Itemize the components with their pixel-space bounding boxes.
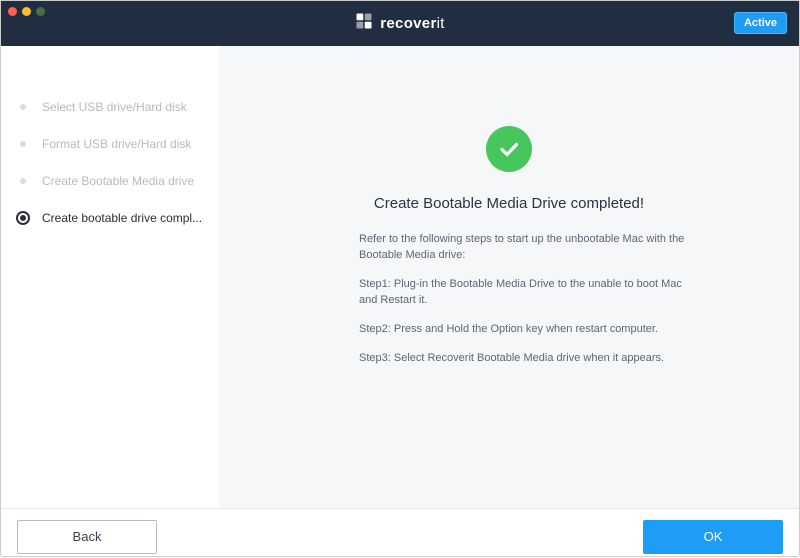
instructions-block: Refer to the following steps to start up…: [359, 232, 699, 380]
active-status-badge[interactable]: Active: [734, 12, 787, 34]
step-label: Select USB drive/Hard disk: [42, 100, 187, 114]
step-label: Create bootable drive compl...: [42, 211, 202, 225]
step-format-usb[interactable]: Format USB drive/Hard disk: [16, 137, 219, 151]
footer-bar: Back OK: [1, 508, 799, 558]
step-dot-icon: [16, 137, 30, 151]
steps-sidebar: Select USB drive/Hard disk Format USB dr…: [1, 46, 219, 508]
wondershare-logo-icon: [355, 12, 373, 35]
step-select-usb[interactable]: Select USB drive/Hard disk: [16, 100, 219, 114]
step-dot-active-icon: [16, 211, 30, 225]
brand-name: recoverit: [380, 15, 444, 32]
main-panel: Create Bootable Media Drive completed! R…: [219, 46, 799, 508]
step-label: Format USB drive/Hard disk: [42, 137, 191, 151]
ok-button[interactable]: OK: [643, 520, 783, 554]
brand-logo: recoverit: [355, 12, 444, 35]
back-button[interactable]: Back: [17, 520, 157, 554]
instruction-step1: Step1: Plug-in the Bootable Media Drive …: [359, 277, 699, 309]
minimize-window-button[interactable]: [22, 7, 31, 16]
window-controls: [8, 7, 45, 16]
app-header: recoverit Active: [1, 1, 799, 46]
completion-title: Create Bootable Media Drive completed!: [374, 195, 644, 212]
instruction-step3: Step3: Select Recoverit Bootable Media d…: [359, 351, 699, 367]
step-bootable-complete[interactable]: Create bootable drive compl...: [16, 211, 219, 225]
step-dot-icon: [16, 100, 30, 114]
instruction-intro: Refer to the following steps to start up…: [359, 232, 699, 264]
content-area: Select USB drive/Hard disk Format USB dr…: [1, 46, 799, 508]
step-label: Create Bootable Media drive: [42, 174, 194, 188]
step-dot-icon: [16, 174, 30, 188]
instruction-step2: Step2: Press and Hold the Option key whe…: [359, 322, 699, 338]
maximize-window-button[interactable]: [36, 7, 45, 16]
step-create-bootable[interactable]: Create Bootable Media drive: [16, 174, 219, 188]
close-window-button[interactable]: [8, 7, 17, 16]
success-check-icon: [486, 126, 532, 172]
